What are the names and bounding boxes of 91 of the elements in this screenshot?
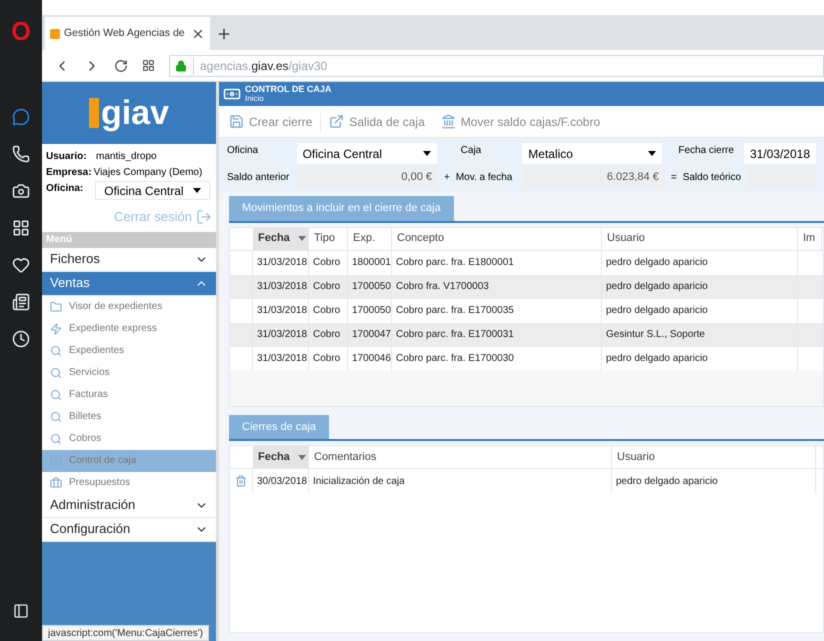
- menu-item[interactable]: Expedientes: [42, 340, 216, 362]
- sidebar-toggle-icon[interactable]: [13, 603, 29, 619]
- field-label: Fecha cierre: [678, 144, 734, 158]
- column-header[interactable]: Exp.: [348, 228, 392, 250]
- user-name: mantis_dropo: [96, 150, 157, 164]
- menu-section[interactable]: Ventas: [42, 272, 216, 296]
- user-label: Usuario:: [46, 150, 88, 164]
- search-icon: [50, 432, 62, 444]
- cash-box-select[interactable]: Metalico: [522, 143, 662, 164]
- address-bar[interactable]: agencias.giav.es/giav30: [169, 54, 824, 76]
- menu-item[interactable]: Facturas: [42, 384, 216, 406]
- field-label: Saldo anterior: [227, 171, 290, 185]
- breadcrumb[interactable]: Inicio: [245, 94, 332, 103]
- status-bar: javascript:com('Menu:CajaCierres'): [42, 625, 209, 641]
- url-text: agencias.giav.es/giav30: [193, 56, 328, 74]
- column-header[interactable]: Comentarios: [309, 446, 612, 468]
- movements-field: 6.023,84 €: [524, 167, 665, 188]
- previous-balance-field: 0,00 €: [297, 167, 438, 188]
- heart-icon[interactable]: [12, 256, 30, 274]
- menu-item[interactable]: Expediente express: [42, 318, 216, 340]
- menu-section[interactable]: Configuración: [42, 518, 216, 542]
- column-header[interactable]: Im: [798, 228, 822, 250]
- column-header[interactable]: Tipo: [309, 228, 348, 250]
- phone-icon[interactable]: [12, 145, 30, 163]
- menu-section[interactable]: Administración: [42, 494, 216, 518]
- search-icon: [50, 344, 62, 356]
- history-icon[interactable]: [12, 330, 30, 348]
- external-icon: [329, 114, 344, 129]
- menu-item[interactable]: Billetes: [42, 406, 216, 428]
- news-icon[interactable]: [12, 293, 30, 311]
- menu-item[interactable]: Visor de expedientes: [42, 296, 216, 318]
- search-icon: [50, 388, 62, 400]
- messenger-icon[interactable]: [12, 108, 30, 126]
- search-icon: [50, 366, 62, 378]
- table-cell: 30/03/2018: [253, 469, 309, 493]
- delete-icon[interactable]: [235, 475, 247, 487]
- company-label: Empresa:: [46, 166, 92, 180]
- sort-arrow-icon: [298, 236, 306, 241]
- save-icon: [229, 114, 244, 129]
- dropdown-caret-icon: [422, 151, 431, 156]
- table-cell: pedro delgado aparicio: [602, 346, 798, 370]
- field-label: Oficina: [227, 144, 260, 158]
- menu-item[interactable]: Cobros: [42, 428, 216, 450]
- table-cell: Cobro: [309, 346, 348, 370]
- favicon-icon: [50, 28, 60, 38]
- table-cell: 1700046: [348, 346, 392, 370]
- reload-icon[interactable]: [114, 58, 128, 72]
- office-select[interactable]: Oficina Central: [95, 181, 210, 200]
- sort-arrow-icon: [298, 454, 306, 460]
- camera-icon[interactable]: [12, 182, 30, 200]
- field-label: Caja: [460, 144, 482, 158]
- logo-text: giav: [100, 93, 170, 133]
- dropdown-caret-icon: [648, 151, 656, 156]
- table-cell: 31/03/2018: [253, 346, 309, 370]
- browser-tab[interactable]: Gestión Web Agencias de: [45, 17, 210, 50]
- field-label: Saldo teórico: [682, 171, 742, 185]
- table-cell: pedro delgado aparicio: [612, 469, 816, 493]
- menu-section[interactable]: Ficheros: [42, 248, 216, 272]
- column-header[interactable]: Usuario: [602, 228, 798, 250]
- column-header[interactable]: Usuario: [612, 446, 816, 468]
- company-name: Viajes Company (Demo): [94, 166, 202, 180]
- bolt-icon: [50, 322, 62, 334]
- briefcase-icon: [50, 476, 62, 488]
- folder-icon: [50, 300, 62, 312]
- plus-sign: +: [444, 171, 450, 185]
- toolbar-button[interactable]: Crear cierre: [229, 112, 322, 130]
- menu-item[interactable]: Presupuestos: [42, 472, 216, 494]
- column-header[interactable]: Fecha: [253, 446, 309, 468]
- lock-icon: [175, 60, 187, 72]
- speed-dial-icon[interactable]: [142, 59, 155, 72]
- menu-item[interactable]: Servicios: [42, 362, 216, 384]
- toolbar-button[interactable]: Salida de caja: [329, 112, 433, 130]
- dropdown-caret-icon: [193, 188, 202, 193]
- search-icon: [50, 410, 62, 422]
- equals-sign: =: [670, 171, 677, 185]
- toolbar-button[interactable]: Mover saldo cajas/F.cobro: [440, 112, 608, 130]
- page-title: CONTROL DE CAJA: [245, 85, 332, 94]
- office-select[interactable]: Oficina Central: [296, 143, 437, 164]
- date-field[interactable]: 31/03/2018: [744, 143, 816, 164]
- table-cell: Cobro parc. fra. E1700030: [392, 346, 602, 370]
- new-tab-icon[interactable]: [216, 26, 232, 42]
- tab-title: Gestión Web Agencias de: [64, 26, 186, 41]
- field-label: Mov. a fecha: [456, 171, 514, 185]
- grid-icon[interactable]: [12, 219, 30, 237]
- column-header[interactable]: Concepto: [392, 228, 602, 250]
- bank-icon: [440, 114, 456, 129]
- table-cell: Inicialización de caja: [309, 469, 612, 493]
- logo-mark-icon: [88, 98, 99, 128]
- office-label: Oficina:: [46, 182, 84, 196]
- column-header[interactable]: Fecha: [253, 228, 309, 250]
- opera-logo-icon[interactable]: [12, 22, 30, 40]
